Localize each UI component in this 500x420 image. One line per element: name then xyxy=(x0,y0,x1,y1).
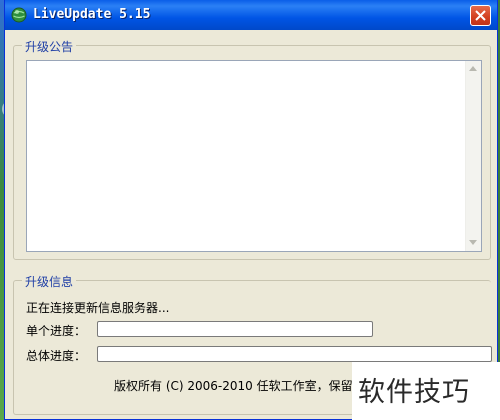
scroll-up-button[interactable] xyxy=(466,61,481,77)
total-progress-bar xyxy=(97,346,492,362)
copyright-text: 版权所有 (C) 2006-2010 任软工作室，保留所 xyxy=(114,379,365,393)
window-title: LiveUpdate 5.15 xyxy=(33,7,151,22)
title-bar[interactable]: LiveUpdate 5.15 xyxy=(5,0,497,30)
total-progress-label: 总体进度： xyxy=(26,349,87,363)
status-text: 正在连接更新信息服务器... xyxy=(26,301,170,315)
scroll-down-button[interactable] xyxy=(466,235,481,251)
triangle-up-icon xyxy=(469,66,477,71)
notice-scrollbar[interactable] xyxy=(465,61,481,251)
single-progress-label: 单个进度： xyxy=(26,324,87,338)
liveupdate-window: LiveUpdate 5.15 升级公告 升级信息 正在连接更新信息服务器...… xyxy=(4,0,498,420)
watermark-box: 软件技巧 xyxy=(352,362,500,420)
notice-group-label: 升级公告 xyxy=(22,38,77,55)
notice-textarea[interactable] xyxy=(26,60,482,252)
single-progress-bar xyxy=(97,321,373,337)
notice-group: 升级公告 xyxy=(13,38,491,260)
watermark-text: 软件技巧 xyxy=(358,377,470,408)
info-group-label: 升级信息 xyxy=(22,273,77,290)
triangle-down-icon xyxy=(469,240,477,245)
close-button[interactable] xyxy=(470,5,491,26)
close-icon xyxy=(475,10,486,21)
globe-icon xyxy=(11,7,27,23)
